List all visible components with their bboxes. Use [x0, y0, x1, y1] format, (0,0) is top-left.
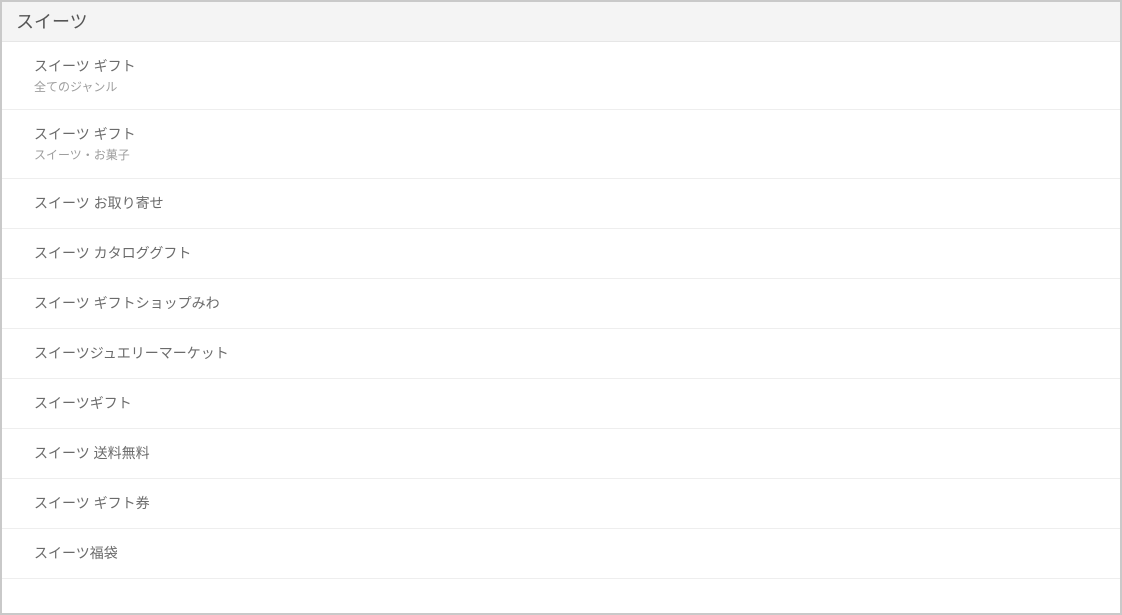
search-input[interactable] — [16, 10, 1106, 31]
suggestion-title: スイーツ 送料無料 — [34, 443, 1120, 464]
suggestion-item[interactable]: スイーツ ギフト券 — [2, 479, 1120, 529]
suggestion-item[interactable]: スイーツ ギフト 全てのジャンル — [2, 42, 1120, 111]
suggestion-item[interactable]: スイーツ 送料無料 — [2, 429, 1120, 479]
suggestion-title: スイーツジュエリーマーケット — [34, 343, 1120, 364]
suggestion-title: スイーツ ギフト券 — [34, 493, 1120, 514]
suggestion-title: スイーツ カタロググフト — [34, 243, 1120, 264]
suggestion-title: スイーツ ギフト — [34, 124, 1120, 145]
search-dropdown-container: スイーツ ギフト 全てのジャンル スイーツ ギフト スイーツ・お菓子 スイーツ … — [0, 0, 1122, 615]
suggestion-item[interactable]: スイーツギフト — [2, 379, 1120, 429]
suggestion-item[interactable]: スイーツ ギフトショップみわ — [2, 279, 1120, 329]
suggestion-sub: スイーツ・お菓子 — [34, 147, 1120, 164]
suggestion-title: スイーツ お取り寄せ — [34, 193, 1120, 214]
suggestion-item[interactable]: スイーツ福袋 — [2, 529, 1120, 579]
suggestion-item[interactable]: スイーツジュエリーマーケット — [2, 329, 1120, 379]
suggestion-title: スイーツギフト — [34, 393, 1120, 414]
suggestion-title: スイーツ福袋 — [34, 543, 1120, 564]
search-bar — [2, 2, 1120, 42]
suggestion-item[interactable]: スイーツ ギフト スイーツ・お菓子 — [2, 110, 1120, 179]
suggestion-title: スイーツ ギフトショップみわ — [34, 293, 1120, 314]
suggestion-item[interactable]: スイーツ カタロググフト — [2, 229, 1120, 279]
suggestion-sub: 全てのジャンル — [34, 79, 1120, 96]
suggestion-item[interactable]: スイーツ お取り寄せ — [2, 179, 1120, 229]
suggestions-list: スイーツ ギフト 全てのジャンル スイーツ ギフト スイーツ・お菓子 スイーツ … — [2, 42, 1120, 614]
suggestion-title: スイーツ ギフト — [34, 56, 1120, 77]
